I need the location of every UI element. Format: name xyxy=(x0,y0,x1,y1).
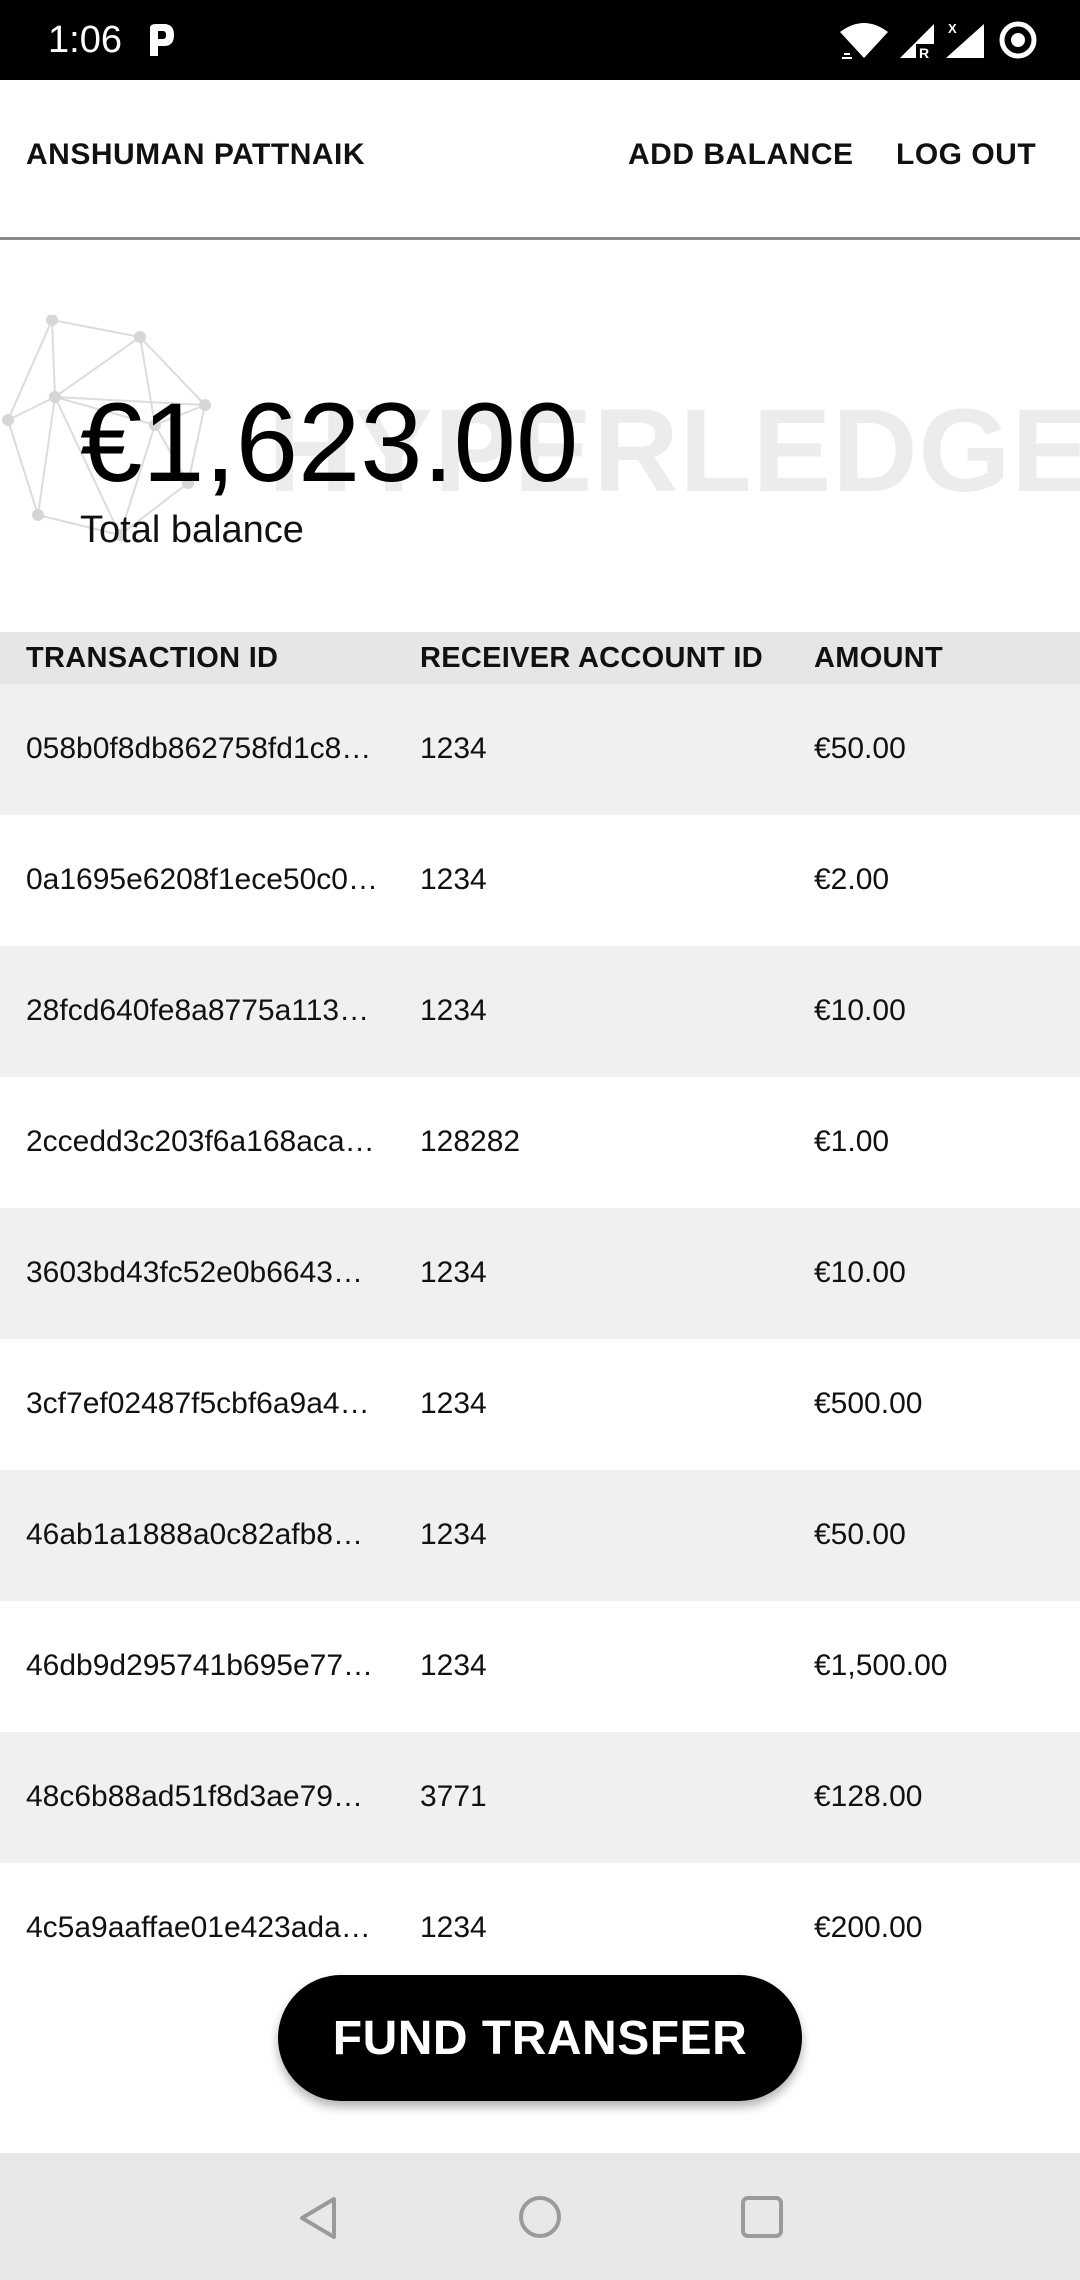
recents-icon[interactable] xyxy=(738,2193,786,2241)
transaction-id: 3603bd43fc52e0b6643… xyxy=(26,1256,363,1289)
receiver-account-id: 3771 xyxy=(420,1780,487,1813)
svg-text:X: X xyxy=(948,21,957,36)
transaction-id: 46ab1a1888a0c82afb8… xyxy=(26,1518,363,1551)
transaction-id: 4c5a9aaffae01e423ada… xyxy=(26,1911,371,1944)
receiver-account-id: 1234 xyxy=(420,1256,487,1289)
receiver-account-id: 1234 xyxy=(420,1387,487,1420)
sync-icon xyxy=(999,21,1037,59)
transaction-id: 0a1695e6208f1ece50c0… xyxy=(26,863,378,896)
fund-transfer-button[interactable]: FUND TRANSFER xyxy=(278,1975,802,2101)
status-bar: 1:06 R X xyxy=(0,0,1080,80)
transaction-id: 058b0f8db862758fd1c8… xyxy=(26,732,372,765)
svg-text:R: R xyxy=(919,45,929,60)
transactions-table: 058b0f8db862758fd1c8… 1234 €50.00 0a1695… xyxy=(0,684,1080,1994)
table-row[interactable]: 058b0f8db862758fd1c8… 1234 €50.00 xyxy=(0,684,1080,815)
transaction-amount: €1,500.00 xyxy=(814,1649,948,1682)
wifi-icon xyxy=(840,23,888,59)
table-row[interactable]: 46db9d295741b695e77… 1234 €1,500.00 xyxy=(0,1601,1080,1732)
home-icon[interactable] xyxy=(516,2193,564,2241)
header-receiver-account-id: RECEIVER ACCOUNT ID xyxy=(420,642,763,674)
transaction-amount: €500.00 xyxy=(814,1387,923,1420)
transaction-amount: €200.00 xyxy=(814,1911,923,1944)
table-row[interactable]: 3cf7ef02487f5cbf6a9a4… 1234 €500.00 xyxy=(0,1339,1080,1470)
receiver-account-id: 1234 xyxy=(420,1518,487,1551)
header-amount: AMOUNT xyxy=(814,642,944,674)
transaction-amount: €50.00 xyxy=(814,732,906,765)
transactions-table-header: TRANSACTION ID RECEIVER ACCOUNT ID AMOUN… xyxy=(0,632,1080,684)
receiver-account-id: 128282 xyxy=(420,1125,521,1158)
transaction-amount: €10.00 xyxy=(814,1256,906,1289)
receiver-account-id: 1234 xyxy=(420,994,487,1027)
add-balance-button[interactable]: ADD BALANCE xyxy=(628,138,854,172)
table-row[interactable]: 2ccedd3c203f6a168aca… 128282 €1.00 xyxy=(0,1077,1080,1208)
receiver-account-id: 1234 xyxy=(420,732,487,765)
back-icon[interactable] xyxy=(294,2193,344,2243)
transaction-amount: €50.00 xyxy=(814,1518,906,1551)
total-balance-label: Total balance xyxy=(80,509,304,551)
transaction-id: 46db9d295741b695e77… xyxy=(26,1649,374,1682)
transaction-amount: €10.00 xyxy=(814,994,906,1027)
signal-x-icon: X xyxy=(946,20,984,58)
table-row[interactable]: 48c6b88ad51f8d3ae79… 3771 €128.00 xyxy=(0,1732,1080,1863)
table-row[interactable]: 46ab1a1888a0c82afb8… 1234 €50.00 xyxy=(0,1470,1080,1601)
user-name: ANSHUMAN PATTNAIK xyxy=(26,138,366,171)
table-row[interactable]: 3603bd43fc52e0b6643… 1234 €10.00 xyxy=(0,1208,1080,1339)
status-time: 1:06 xyxy=(48,19,122,61)
table-row[interactable]: 28fcd640fe8a8775a113… 1234 €10.00 xyxy=(0,946,1080,1077)
logout-button[interactable]: LOG OUT xyxy=(896,138,1036,172)
signal-r-icon: R xyxy=(900,24,936,60)
transaction-amount: €2.00 xyxy=(814,863,890,896)
receiver-account-id: 1234 xyxy=(420,863,487,896)
transaction-amount: €128.00 xyxy=(814,1780,923,1813)
transaction-id: 28fcd640fe8a8775a113… xyxy=(26,994,370,1027)
transaction-id: 2ccedd3c203f6a168aca… xyxy=(26,1125,375,1158)
receiver-account-id: 1234 xyxy=(420,1911,487,1944)
app-bar: ANSHUMAN PATTNAIK ADD BALANCE LOG OUT xyxy=(0,80,1080,240)
transaction-id: 48c6b88ad51f8d3ae79… xyxy=(26,1780,363,1813)
balance-card: HYPERLEDGER €1,623.00 Total balance xyxy=(0,243,1080,633)
receiver-account-id: 1234 xyxy=(420,1649,487,1682)
table-row[interactable]: 0a1695e6208f1ece50c0… 1234 €2.00 xyxy=(0,815,1080,946)
system-nav-bar xyxy=(0,2153,1080,2280)
total-balance-amount: €1,623.00 xyxy=(80,380,579,505)
header-transaction-id: TRANSACTION ID xyxy=(26,642,279,674)
transaction-amount: €1.00 xyxy=(814,1125,890,1158)
transaction-id: 3cf7ef02487f5cbf6a9a4… xyxy=(26,1387,370,1420)
pocket-p-icon xyxy=(150,24,174,56)
